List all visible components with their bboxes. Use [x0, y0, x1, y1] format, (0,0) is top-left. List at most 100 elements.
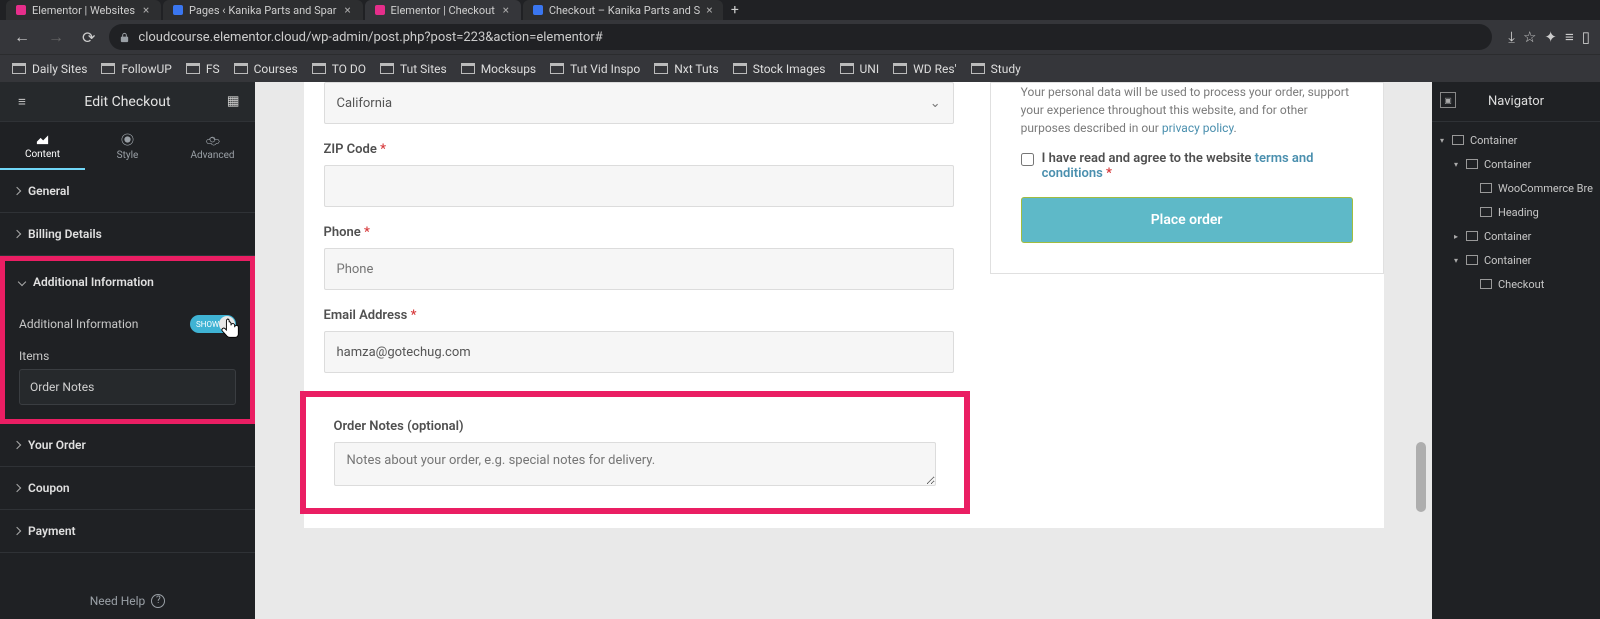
privacy-policy-link[interactable]: privacy policy [1162, 121, 1234, 135]
order-review-box: Your personal data will be used to proce… [990, 82, 1384, 274]
section-additional-header[interactable]: Additional Information [5, 261, 250, 303]
nav-item-container-2[interactable]: ▸Container [1432, 224, 1600, 248]
container-icon [1466, 255, 1478, 265]
email-input[interactable] [324, 331, 954, 373]
chevron-right-icon [13, 441, 21, 449]
panel-footer[interactable]: Need Help ? [0, 583, 255, 619]
email-field-wrap: Email Address * [324, 308, 954, 373]
new-tab-button[interactable]: + [725, 0, 745, 20]
scrollbar-thumb[interactable] [1416, 442, 1426, 512]
phone-label: Phone * [324, 225, 954, 240]
bookmark-0[interactable]: Daily Sites [12, 62, 87, 76]
tab-3[interactable]: Checkout – Kanika Parts and S× [523, 0, 723, 20]
help-icon: ? [151, 594, 165, 608]
nav-item-container-1[interactable]: ▾Container [1432, 152, 1600, 176]
nav-item-container-3[interactable]: ▾Container [1432, 248, 1600, 272]
zip-label: ZIP Code * [324, 142, 954, 157]
nav-item-checkout[interactable]: Checkout [1432, 272, 1600, 296]
forward-button[interactable]: → [44, 25, 68, 49]
bookmark-12[interactable]: Study [971, 62, 1021, 76]
close-icon[interactable]: × [141, 5, 151, 15]
state-value: California [337, 96, 393, 111]
close-icon[interactable]: × [343, 5, 353, 15]
section-additional-information: Additional Information Additional Inform… [0, 256, 255, 424]
tab-0[interactable]: Elementor | Websites× [6, 0, 161, 20]
state-select[interactable]: California ⌄ [324, 82, 954, 124]
container-icon [1466, 159, 1478, 169]
folder-icon [971, 63, 985, 74]
panel-title: Edit Checkout [84, 94, 170, 110]
state-field-wrap: California ⌄ [324, 82, 954, 124]
bookmark-3[interactable]: Courses [234, 62, 298, 76]
panel-tabs: Content Style Advanced [0, 122, 255, 170]
widget-icon [1480, 183, 1492, 193]
folder-icon [234, 63, 248, 74]
billing-form-column: California ⌄ ZIP Code * Phone * Email Ad… [324, 82, 962, 514]
control-label: Additional Information [19, 317, 138, 331]
phone-field-wrap: Phone * [324, 225, 954, 290]
favicon-icon [173, 5, 183, 15]
bookmark-8[interactable]: Nxt Tuts [654, 62, 719, 76]
menu-icon[interactable]: ▯ [1582, 28, 1590, 46]
panel-body: General Billing Details Additional Infor… [0, 170, 255, 583]
items-heading: Items [19, 349, 236, 363]
bookmark-2[interactable]: FS [186, 62, 220, 76]
install-icon[interactable]: ⤓ [1508, 28, 1515, 46]
toggle-show[interactable]: SHOW [190, 315, 236, 333]
chevron-down-icon: ⌄ [930, 96, 941, 111]
section-billing[interactable]: Billing Details [0, 213, 255, 256]
terms-checkbox-row[interactable]: I have read and agree to the website ter… [1021, 151, 1353, 181]
zip-field-wrap: ZIP Code * [324, 142, 954, 207]
hamburger-icon[interactable]: ≡ [10, 90, 34, 114]
close-icon[interactable]: × [706, 5, 713, 15]
repeater-item-order-notes[interactable]: Order Notes [19, 369, 236, 405]
nav-item-woocommerce-bre[interactable]: WooCommerce Bre [1432, 176, 1600, 200]
zip-input[interactable] [324, 165, 954, 207]
url-input[interactable]: cloudcourse.elementor.cloud/wp-admin/pos… [109, 24, 1492, 50]
bookmark-4[interactable]: TO DO [312, 62, 366, 76]
folder-icon [312, 63, 326, 74]
phone-input[interactable] [324, 248, 954, 290]
favicon-icon [533, 5, 543, 15]
bookmark-11[interactable]: WD Res' [893, 62, 957, 76]
tab-1[interactable]: Pages ‹ Kanika Parts and Spar× [163, 0, 363, 20]
minimize-icon[interactable]: ▣ [1440, 92, 1456, 108]
place-order-button[interactable]: Place order [1021, 197, 1353, 243]
lock-icon [119, 32, 130, 43]
tab-advanced[interactable]: Advanced [170, 122, 255, 170]
bookmark-1[interactable]: FollowUP [101, 62, 171, 76]
bookmark-6[interactable]: Mocksups [461, 62, 536, 76]
extensions-icon[interactable]: ✦ [1544, 28, 1557, 46]
order-summary-column: Your personal data will be used to proce… [990, 82, 1384, 514]
nav-item-container-0[interactable]: ▾Container [1432, 128, 1600, 152]
container-icon [1466, 231, 1478, 241]
bookmark-5[interactable]: Tut Sites [380, 62, 447, 76]
navigator-header: ▣ Navigator [1432, 82, 1600, 122]
folder-icon [12, 63, 26, 74]
widget-icon [1480, 279, 1492, 289]
chevron-right-icon [13, 230, 21, 238]
section-coupon[interactable]: Coupon [0, 467, 255, 510]
section-payment[interactable]: Payment [0, 510, 255, 553]
close-icon[interactable]: × [501, 5, 511, 15]
bookmark-10[interactable]: UNI [840, 62, 880, 76]
nav-item-heading[interactable]: Heading [1432, 200, 1600, 224]
profile-icon[interactable]: ≡ [1565, 28, 1574, 46]
star-icon[interactable]: ☆ [1523, 28, 1536, 46]
back-button[interactable]: ← [10, 25, 34, 49]
tab-2[interactable]: Elementor | Checkout× [365, 0, 521, 20]
privacy-text: Your personal data will be used to proce… [1021, 83, 1353, 137]
heading-icon [1480, 207, 1492, 217]
order-notes-textarea[interactable] [334, 442, 936, 486]
editor-canvas[interactable]: California ⌄ ZIP Code * Phone * Email Ad… [255, 82, 1432, 619]
terms-checkbox[interactable] [1021, 153, 1034, 166]
section-general[interactable]: General [0, 170, 255, 213]
reload-button[interactable]: ⟳ [78, 26, 99, 49]
bookmark-9[interactable]: Stock Images [733, 62, 826, 76]
tab-content[interactable]: Content [0, 122, 85, 170]
widgets-grid-icon[interactable]: ▦ [221, 90, 245, 114]
tab-style[interactable]: Style [85, 122, 170, 170]
folder-icon [550, 63, 564, 74]
section-your-order[interactable]: Your Order [0, 424, 255, 467]
bookmark-7[interactable]: Tut Vid Inspo [550, 62, 640, 76]
